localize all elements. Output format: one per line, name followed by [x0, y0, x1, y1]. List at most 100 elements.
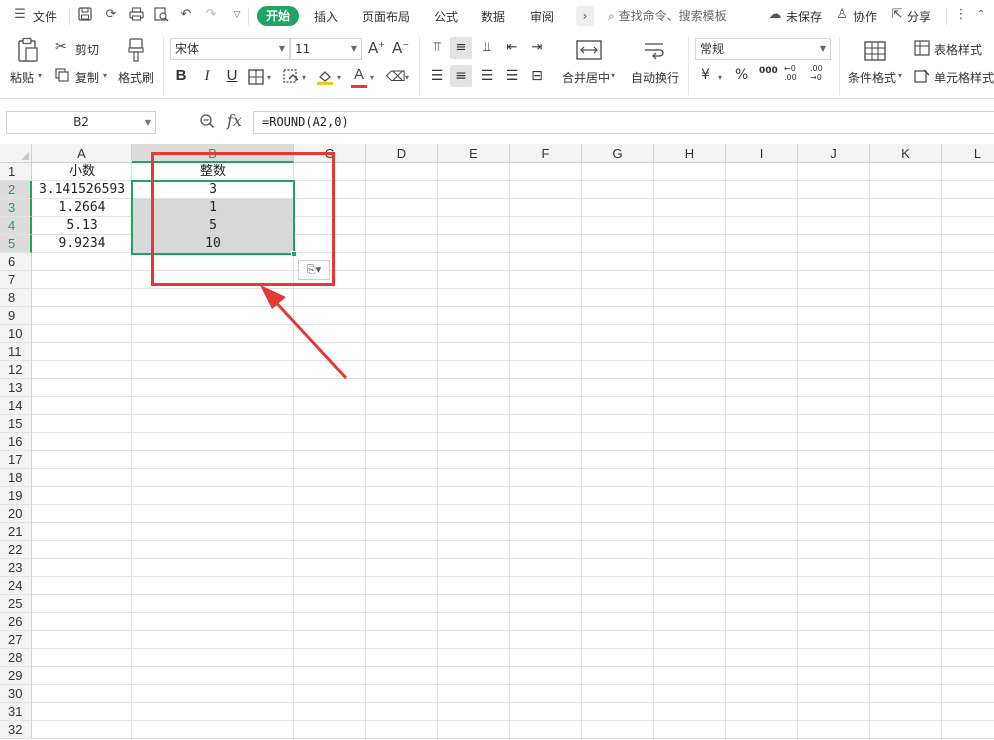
print-icon[interactable] [128, 7, 144, 23]
row-header-32[interactable]: 32 [0, 721, 32, 739]
row-header-9[interactable]: 9 [0, 307, 32, 325]
fill-color-icon[interactable] [316, 68, 334, 89]
font-size-select[interactable]: 11 ▼ [290, 38, 362, 60]
row-header-8[interactable]: 8 [0, 289, 32, 307]
cut-button[interactable]: 剪切 [75, 41, 99, 58]
chevron-down-icon[interactable]: ▾ [337, 73, 341, 82]
row-header-5[interactable]: 5 [0, 235, 32, 253]
chevron-down-icon[interactable]: ▾ [405, 73, 409, 82]
cell-A4[interactable]: 5.13 [32, 217, 132, 235]
row-header-6[interactable]: 6 [0, 253, 32, 271]
format-painter-button[interactable]: 格式刷 [118, 69, 154, 86]
collaborate-button[interactable]: 协作 [853, 8, 877, 25]
row-header-12[interactable]: 12 [0, 361, 32, 379]
function-icon[interactable]: fx [227, 111, 242, 130]
more-options-icon[interactable]: ⋮ [953, 7, 969, 23]
row-header-16[interactable]: 16 [0, 433, 32, 451]
cell-A2[interactable]: 3.141526593 [32, 181, 132, 199]
tab-review[interactable]: 审阅 [530, 8, 554, 25]
name-box[interactable]: B2 ▼ [6, 111, 156, 134]
row-header-17[interactable]: 17 [0, 451, 32, 469]
select-all-corner[interactable] [0, 144, 32, 163]
quick-access-dropdown-icon[interactable]: ▽ [229, 7, 245, 23]
save-icon[interactable] [77, 7, 93, 23]
zoom-icon[interactable] [199, 113, 215, 133]
redo-icon[interactable]: ↷ [203, 7, 219, 23]
row-header-25[interactable]: 25 [0, 595, 32, 613]
number-format-select[interactable]: 常规 ▼ [695, 38, 831, 60]
increase-font-icon[interactable]: A+ [368, 39, 385, 57]
row-header-23[interactable]: 23 [0, 559, 32, 577]
currency-button[interactable]: ¥ [701, 67, 710, 83]
font-color-icon[interactable]: A [351, 66, 367, 88]
tab-formulas[interactable]: 公式 [434, 8, 458, 25]
row-header-21[interactable]: 21 [0, 523, 32, 541]
percent-button[interactable]: % [735, 67, 748, 83]
cell-A5[interactable]: 9.9234 [32, 235, 132, 253]
tab-start[interactable]: 开始 [257, 6, 299, 26]
conditional-format-button[interactable]: 条件格式 [848, 69, 896, 86]
row-header-7[interactable]: 7 [0, 271, 32, 289]
row-header-29[interactable]: 29 [0, 667, 32, 685]
tab-page-layout[interactable]: 页面布局 [362, 8, 410, 25]
hamburger-menu-icon[interactable]: ☰ [12, 7, 28, 23]
copy-button[interactable]: 复制 [75, 69, 99, 86]
row-header-3[interactable]: 3 [0, 199, 32, 217]
decrease-font-icon[interactable]: A− [392, 39, 409, 57]
spreadsheet-grid[interactable]: ABCDEFGHIJKL 1 2 3 4 5 6 7 8 9 10 11 12 13 14 15 16 17 18… [0, 144, 994, 740]
cell-A3[interactable]: 1.2664 [32, 199, 132, 217]
row-header-20[interactable]: 20 [0, 505, 32, 523]
formula-input[interactable]: =ROUND(A2,0) [253, 111, 994, 134]
paste-icon[interactable] [16, 37, 40, 63]
row-header-18[interactable]: 18 [0, 469, 32, 487]
row-header-1[interactable]: 1 [0, 163, 32, 181]
tab-insert[interactable]: 插入 [314, 8, 338, 25]
column-header-h[interactable]: H [654, 144, 726, 163]
thousands-separator-button[interactable]: 000 [759, 66, 778, 76]
cell-style-button[interactable]: 单元格样式 [934, 69, 994, 86]
special-effects-icon[interactable] [283, 69, 301, 88]
row-header-22[interactable]: 22 [0, 541, 32, 559]
increase-decimal-button[interactable]: ←0 .00 [784, 64, 804, 82]
align-middle-icon[interactable]: ≡ [450, 37, 472, 59]
row-header-11[interactable]: 11 [0, 343, 32, 361]
align-left-icon[interactable]: ☰ [426, 65, 448, 87]
row-header-28[interactable]: 28 [0, 649, 32, 667]
chevron-down-icon[interactable]: ▾ [267, 73, 271, 82]
column-header-j[interactable]: J [798, 144, 870, 163]
tab-data[interactable]: 数据 [481, 8, 505, 25]
copy-dropdown-icon[interactable]: ▾ [103, 71, 107, 80]
share-button[interactable]: 分享 [907, 8, 931, 25]
chevron-down-icon[interactable]: ▾ [370, 73, 374, 82]
font-name-select[interactable]: 宋体 ▼ [170, 38, 290, 60]
column-header-g[interactable]: G [582, 144, 654, 163]
paste-dropdown-icon[interactable]: ▾ [38, 71, 42, 80]
chevron-down-icon[interactable]: ▾ [302, 73, 306, 82]
row-header-13[interactable]: 13 [0, 379, 32, 397]
underline-button[interactable]: U [221, 65, 243, 87]
row-header-10[interactable]: 10 [0, 325, 32, 343]
row-header-30[interactable]: 30 [0, 685, 32, 703]
export-icon[interactable]: ⟳ [103, 7, 119, 23]
justify-icon[interactable]: ☰ [501, 65, 523, 87]
eraser-icon[interactable]: ⌫ [386, 69, 406, 85]
row-header-2[interactable]: 2 [0, 181, 32, 199]
command-search[interactable]: ⌕ 查找命令、搜索模板 [608, 7, 727, 24]
chevron-right-icon[interactable]: › [576, 6, 594, 26]
chevron-down-icon[interactable]: ▾ [718, 73, 722, 82]
column-header-l[interactable]: L [942, 144, 994, 163]
undo-icon[interactable]: ↶ [178, 7, 194, 23]
table-style-button[interactable]: 表格样式 [934, 41, 982, 58]
print-preview-icon[interactable] [153, 7, 169, 23]
borders-icon[interactable] [248, 69, 264, 88]
decrease-indent-icon[interactable]: ⇤ [501, 37, 523, 59]
bold-button[interactable]: B [170, 65, 192, 87]
column-header-i[interactable]: I [726, 144, 798, 163]
wrap-text-button[interactable]: 自动换行 [631, 69, 679, 86]
decrease-decimal-button[interactable]: .00 →0 [810, 64, 830, 82]
italic-button[interactable]: I [196, 65, 218, 87]
row-header-4[interactable]: 4 [0, 217, 32, 235]
align-right-icon[interactable]: ☰ [476, 65, 498, 87]
file-menu[interactable]: 文件 [33, 8, 57, 25]
row-header-31[interactable]: 31 [0, 703, 32, 721]
